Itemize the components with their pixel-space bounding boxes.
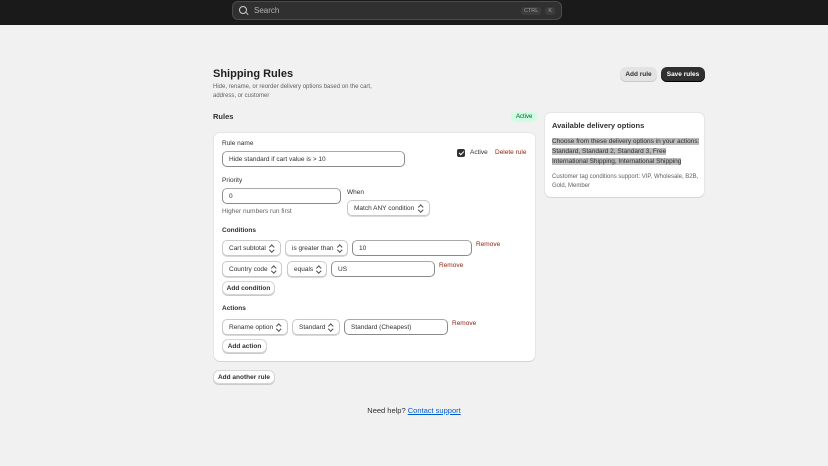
action-value-input[interactable]: Standard (Cheapest) bbox=[344, 319, 448, 335]
remove-action-button[interactable]: Remove bbox=[452, 320, 476, 327]
condition-field-value: Cart subtotal bbox=[229, 244, 266, 252]
add-condition-button[interactable]: Add condition bbox=[222, 281, 275, 295]
condition-field-select[interactable]: Cart subtotal bbox=[222, 240, 281, 256]
rule-name-input[interactable]: Hide standard if cart value is > 10 bbox=[222, 151, 405, 167]
condition-field-value: Country code bbox=[229, 265, 268, 273]
delivery-options-text: Choose from these delivery options in yo… bbox=[552, 137, 700, 167]
condition-value-input[interactable]: 10 bbox=[352, 240, 472, 256]
page-title: Shipping Rules bbox=[213, 68, 294, 80]
delete-rule-button[interactable]: Delete rule bbox=[495, 149, 526, 156]
active-checkbox[interactable] bbox=[457, 149, 465, 157]
when-value: Match ANY condition bbox=[354, 204, 415, 212]
when-label: When bbox=[347, 189, 364, 196]
priority-value: 0 bbox=[229, 192, 233, 200]
rules-heading: Rules bbox=[213, 112, 234, 121]
select-chevron-icon bbox=[337, 244, 341, 252]
action-type-select[interactable]: Rename option bbox=[222, 319, 288, 335]
customer-tag-note: Customer tag conditions support: VIP, Wh… bbox=[552, 174, 699, 189]
condition-operator-select[interactable]: is greater than bbox=[285, 240, 348, 256]
add-another-rule-button[interactable]: Add another rule bbox=[213, 370, 275, 384]
select-chevron-icon bbox=[271, 265, 275, 273]
actions-heading: Actions bbox=[222, 305, 246, 312]
save-rules-button[interactable]: Save rules bbox=[661, 67, 705, 82]
shortcut-ctrl: CTRL bbox=[520, 6, 542, 15]
status-badge: Active bbox=[511, 112, 538, 122]
conditions-heading: Conditions bbox=[222, 227, 256, 234]
search-placeholder: Search bbox=[254, 6, 280, 15]
action-value: Standard (Cheapest) bbox=[351, 323, 412, 331]
action-target-value: Standard bbox=[299, 323, 326, 331]
condition-value-input[interactable]: US bbox=[331, 261, 435, 277]
search-bar[interactable]: Search CTRL K bbox=[232, 1, 562, 20]
condition-value: 10 bbox=[359, 244, 367, 252]
add-rule-button[interactable]: Add rule bbox=[620, 67, 657, 82]
priority-input[interactable]: 0 bbox=[222, 188, 341, 204]
contact-support-link[interactable]: Contact support bbox=[408, 406, 461, 415]
delivery-options-title: Available delivery options bbox=[552, 121, 645, 130]
priority-help-text: Higher numbers run first bbox=[222, 208, 292, 215]
rule-name-label: Rule name bbox=[222, 140, 254, 147]
select-chevron-icon bbox=[328, 323, 333, 331]
select-chevron-icon bbox=[269, 244, 274, 252]
remove-condition-button[interactable]: Remove bbox=[439, 262, 463, 269]
search-icon bbox=[239, 5, 249, 16]
condition-field-select[interactable]: Country code bbox=[222, 261, 282, 277]
select-chevron-icon bbox=[276, 323, 281, 331]
footer-help: Need help? Contact support bbox=[0, 406, 828, 415]
when-select[interactable]: Match ANY condition bbox=[347, 200, 430, 216]
action-type-value: Rename option bbox=[229, 323, 274, 331]
condition-operator-select[interactable]: equals bbox=[287, 261, 327, 277]
help-text: Need help? bbox=[367, 406, 406, 415]
select-chevron-icon bbox=[418, 204, 423, 212]
page-subtitle: Hide, rename, or reorder delivery option… bbox=[213, 84, 372, 99]
select-chevron-icon bbox=[316, 265, 320, 273]
condition-value: US bbox=[338, 265, 348, 273]
action-target-select[interactable]: Standard bbox=[292, 319, 340, 335]
shortcut-key: K bbox=[545, 6, 555, 15]
condition-operator-value: equals bbox=[294, 265, 314, 273]
priority-label: Priority bbox=[222, 177, 243, 184]
condition-operator-value: is greater than bbox=[292, 244, 334, 252]
top-bar: Search CTRL K bbox=[0, 0, 828, 25]
active-label: Active bbox=[470, 149, 488, 156]
rule-name-value: Hide standard if cart value is > 10 bbox=[229, 155, 326, 163]
delivery-options-list: Choose from these delivery options in yo… bbox=[552, 138, 700, 165]
add-action-button[interactable]: Add action bbox=[222, 339, 267, 353]
remove-condition-button[interactable]: Remove bbox=[476, 241, 500, 248]
